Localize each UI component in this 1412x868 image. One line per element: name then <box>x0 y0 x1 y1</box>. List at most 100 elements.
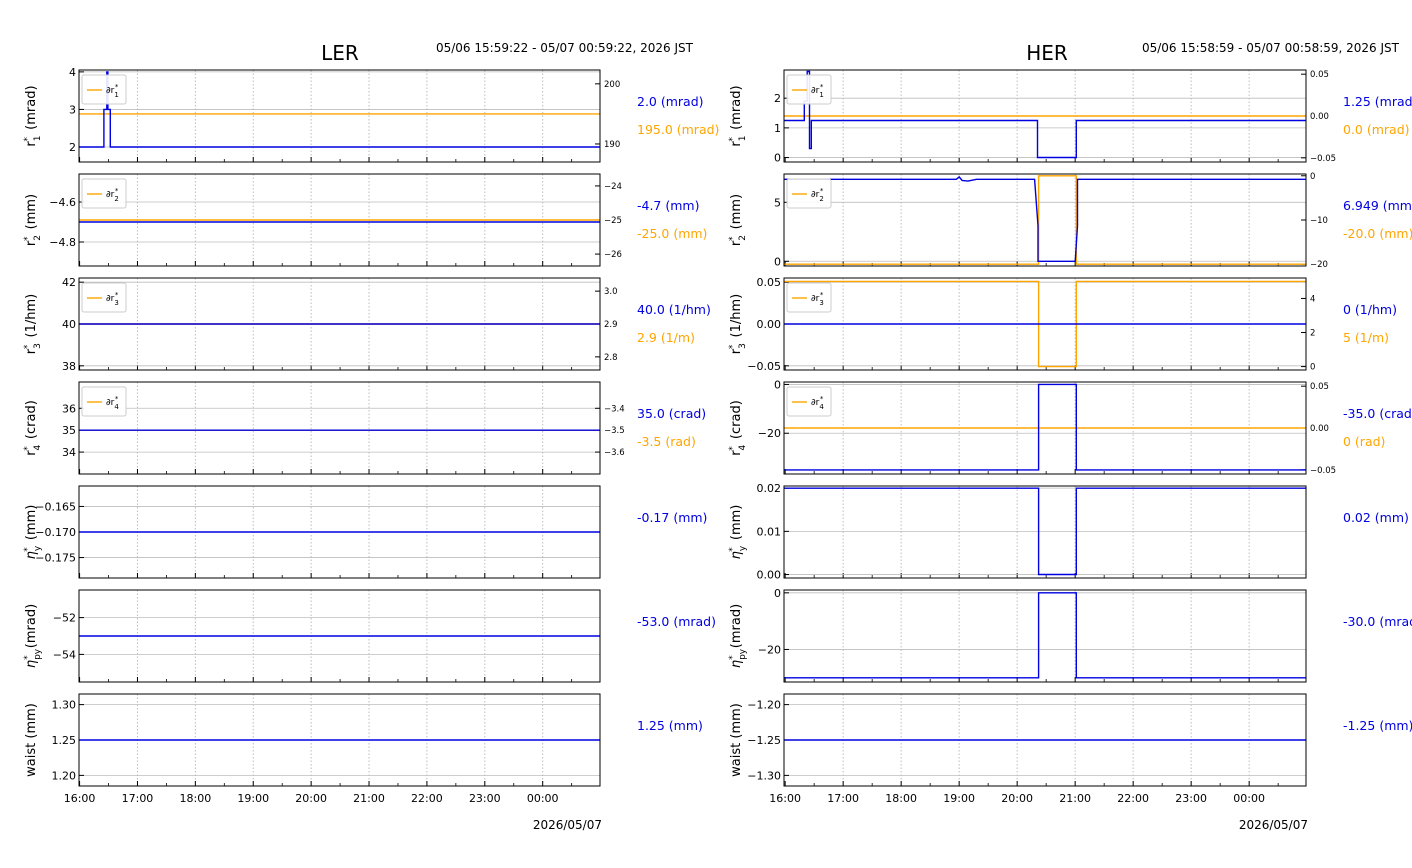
current-value: 40.0 (1/hm) <box>637 302 711 317</box>
y-tick-label: 0.05 <box>757 276 782 289</box>
x-tick-label: 22:00 <box>411 792 443 805</box>
current-secondary-value: 2.9 (1/m) <box>637 330 695 345</box>
panel-2: 5 0 0 −10 −20 ∂r2* r2* (mm) 6.949 (mm) -20.0 (mm… <box>728 172 1412 270</box>
x-tick-label: 21:00 <box>1059 792 1091 805</box>
y-tick-label: 0.01 <box>757 525 782 538</box>
y-tick-label: −4.6 <box>49 196 76 209</box>
y2-tick-label: 0.05 <box>1310 382 1329 392</box>
x-tick-label: 17:00 <box>122 792 154 805</box>
plot-area <box>784 383 1306 471</box>
y-tick-label: 0.02 <box>757 482 782 495</box>
y-tick-label: 0 <box>774 378 781 391</box>
y-tick-label: 1.20 <box>52 769 77 782</box>
y-tick-label: 36 <box>62 402 76 415</box>
current-value: -4.7 (mm) <box>637 198 699 213</box>
panel-frame <box>78 69 601 163</box>
y-axis-label: r1* (mrad) <box>728 85 748 146</box>
y2-tick-label: −10 <box>1310 216 1328 226</box>
y2-tick-label: 3.0 <box>604 287 618 297</box>
current-value: -1.25 (mm) <box>1343 718 1412 733</box>
chart-ler: LER 05/06 15:59:22 - 05/07 00:59:22, 2026… <box>23 41 719 832</box>
legend: ∂r1* <box>81 74 127 105</box>
current-value: 1.25 (mrad) <box>1343 94 1412 109</box>
y-tick-label: 1 <box>774 122 781 135</box>
current-value: 0.02 (mm) <box>1343 510 1409 525</box>
x-tick-label: 20:00 <box>295 792 327 805</box>
chart-title: LER <box>321 41 359 65</box>
y-tick-label: 0 <box>774 152 781 165</box>
y2-tick-label: −3.5 <box>604 426 625 436</box>
primary-series-line <box>784 175 1306 262</box>
y2-tick-label: 2.8 <box>604 353 618 363</box>
panel-5: 0.02 0.01 0.00 ηy* (mm) 0.02 (mm) <box>728 482 1409 581</box>
y2-tick-label: −25 <box>604 216 622 226</box>
y-tick-label: 35 <box>62 424 76 437</box>
x-tick-label: 16:00 <box>64 792 96 805</box>
legend: ∂r3* <box>786 282 832 313</box>
y-axis-label: ηpy* (mrad) <box>728 604 748 668</box>
x-tick-label: 18:00 <box>885 792 917 805</box>
x-tick-label: 23:00 <box>1175 792 1207 805</box>
plot-area <box>784 70 1306 159</box>
x-tick-label: 22:00 <box>1117 792 1149 805</box>
y-tick-label: 1.25 <box>52 734 77 747</box>
primary-series-line <box>784 70 1306 159</box>
panel-6: 0 −20 ηpy* (mrad) -30.0 (mrad) <box>728 587 1412 683</box>
monitor-figure: LER 05/06 15:59:22 - 05/07 00:59:22, 2026… <box>0 0 1412 864</box>
current-secondary-value: -20.0 (mm) <box>1343 226 1412 241</box>
y2-tick-label: −20 <box>1310 260 1328 270</box>
panel-5: −0.165−0.170−0.175ηy* (mm) -0.17 (mm) <box>23 485 707 579</box>
y-axis-label: waist (mm) <box>24 703 39 777</box>
current-secondary-value: 0 (rad) <box>1343 434 1385 449</box>
y2-tick-label: 0 <box>1310 363 1315 373</box>
y-axis-label: r4* (crad) <box>728 400 748 456</box>
y-tick-label: −54 <box>53 648 76 661</box>
current-secondary-value: 0.0 (mrad) <box>1343 122 1410 137</box>
y-tick-label: 5 <box>774 196 781 209</box>
y-tick-label: −1.25 <box>747 734 781 747</box>
panel-1: 2 3 4 190 200 ∂r1* r1* (mrad) 2.0 (mrad) 195.0 (… <box>23 66 719 163</box>
x-tick-label: 00:00 <box>527 792 559 805</box>
primary-series-line <box>784 592 1306 679</box>
y-tick-label: 42 <box>62 276 76 289</box>
panel-4: 0 −20 0.05 0.00 −0.05 ∂r4* r4* (crad) -35.0 (cr… <box>728 378 1412 475</box>
legend: ∂r1* <box>786 74 832 105</box>
x-tick-label: 21:00 <box>353 792 385 805</box>
y2-tick-label: 200 <box>604 80 620 90</box>
x-tick-label: 00:00 <box>1233 792 1265 805</box>
panel-4: 36 35 34 −3.4 −3.5 −3.6 ∂r4* r4* (crad) 35.0 (cr… <box>23 381 706 475</box>
y2-tick-label: −3.6 <box>604 448 625 458</box>
x-tick-label: 18:00 <box>180 792 212 805</box>
current-secondary-value: 195.0 (mrad) <box>637 122 719 137</box>
y-tick-label: −52 <box>53 612 76 625</box>
y-axis-label: r2* (mm) <box>728 194 748 246</box>
y2-tick-label: 4 <box>1310 294 1315 304</box>
y-tick-label: 0 <box>774 587 781 600</box>
y-axis-label: ηpy* (mrad) <box>23 604 43 668</box>
panel-7: −1.20 −1.25 −1.30waist (mm) -1.25 (mm) 16:00… <box>729 693 1412 805</box>
legend: ∂r3* <box>81 282 127 313</box>
y-tick-label: 0 <box>774 255 781 268</box>
y2-tick-label: −3.4 <box>604 404 625 414</box>
y-tick-label: 0.00 <box>757 569 782 582</box>
y-tick-label: −1.20 <box>747 699 781 712</box>
y2-tick-label: −0.05 <box>1310 154 1336 164</box>
y-tick-label: 3 <box>69 103 76 116</box>
x-tick-label: 23:00 <box>469 792 501 805</box>
y-tick-label: 1.30 <box>52 699 77 712</box>
current-secondary-value: 5 (1/m) <box>1343 330 1389 345</box>
y-tick-label: −4.8 <box>49 236 76 249</box>
plot-area <box>784 592 1306 679</box>
y-tick-label: −0.165 <box>35 500 76 513</box>
y-axis-label: r3* (1/hm) <box>728 294 748 354</box>
legend: ∂r4* <box>81 386 127 417</box>
x-tick-label: 17:00 <box>827 792 859 805</box>
current-value: -53.0 (mrad) <box>637 614 716 629</box>
y2-tick-label: 190 <box>604 140 620 150</box>
y2-tick-label: −26 <box>604 250 622 260</box>
x-tick-label: 19:00 <box>237 792 269 805</box>
y2-tick-label: 0 <box>1310 172 1315 182</box>
panel-3: 0.05 0.00 −0.05 4 2 0 ∂r3* r3* (1/hm) 0 (1/hm) 5 … <box>728 276 1397 373</box>
current-value: -35.0 (crad) <box>1343 406 1412 421</box>
panel-frame <box>78 381 601 475</box>
